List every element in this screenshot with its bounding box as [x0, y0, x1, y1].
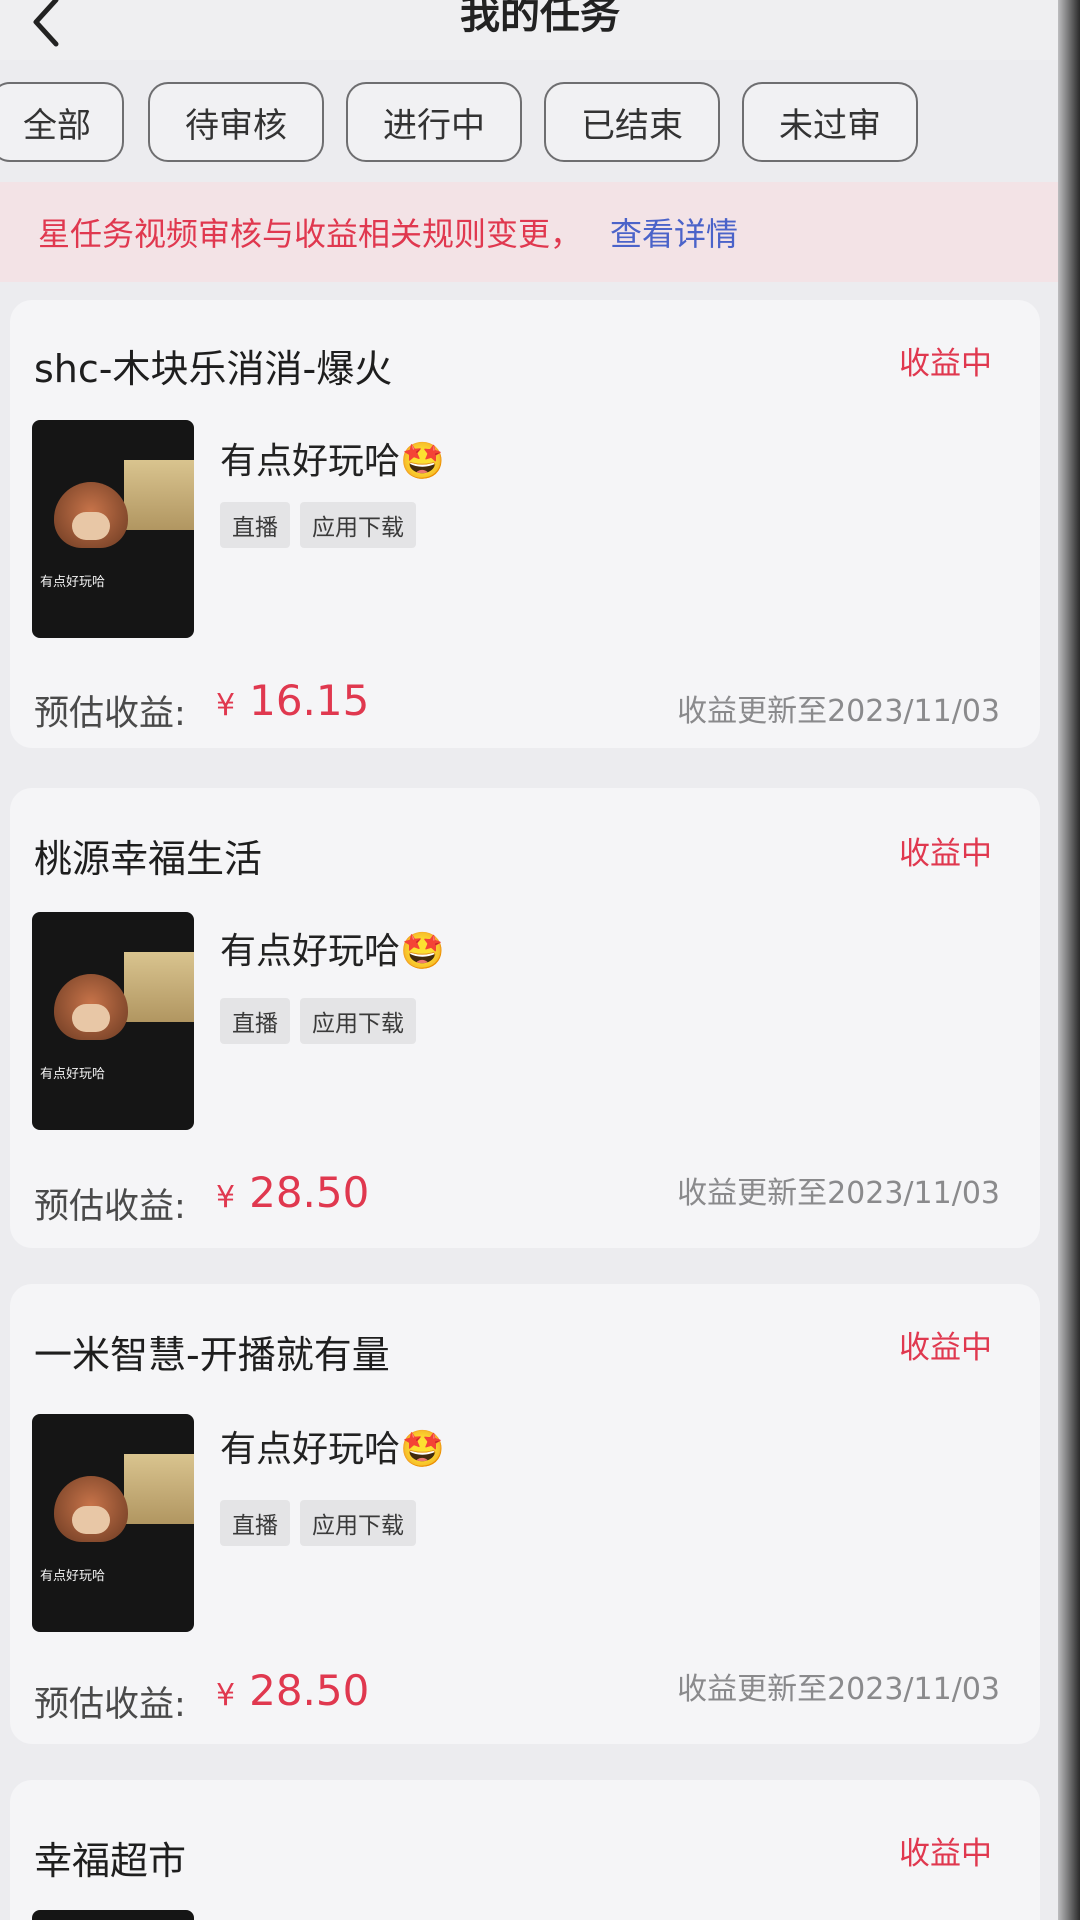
- tag-app-download: 应用下载: [300, 998, 416, 1044]
- page-title: 我的任务: [460, 0, 620, 38]
- estimated-earnings-label: 预估收益:: [34, 694, 186, 734]
- filter-tabs: 全部 待审核 进行中 已结束 未过审: [0, 82, 1080, 168]
- earnings-amount: 16.15: [249, 676, 370, 725]
- wood-block: [124, 952, 194, 1022]
- task-title: 桃源幸福生活: [34, 837, 263, 881]
- tab-in-progress[interactable]: 进行中: [346, 82, 522, 162]
- task-card[interactable]: 一米智慧-开播就有量 收益中 有点好玩哈 有点好玩哈🤩 直播 应用下载 预估收益…: [10, 1284, 1040, 1744]
- earnings-amount: 28.50: [249, 1666, 370, 1715]
- tag-app-download: 应用下载: [300, 1500, 416, 1546]
- tag-list: 直播 应用下载: [220, 998, 416, 1044]
- video-title: 有点好玩哈🤩: [220, 441, 445, 482]
- task-card[interactable]: shc-木块乐消消-爆火 收益中 有点好玩哈 有点好玩哈🤩 直播 应用下载 预估…: [10, 300, 1040, 748]
- video-thumbnail[interactable]: 有点好玩哈: [32, 420, 194, 638]
- task-card[interactable]: 桃源幸福生活 收益中 有点好玩哈 有点好玩哈🤩 直播 应用下载 预估收益: ¥2…: [10, 788, 1040, 1248]
- tab-ended[interactable]: 已结束: [544, 82, 720, 162]
- thumbnail-caption: 有点好玩哈: [40, 575, 106, 590]
- tag-list: 直播 应用下载: [220, 1500, 416, 1546]
- estimated-earnings-label: 预估收益:: [34, 1685, 186, 1725]
- video-title: 有点好玩哈🤩: [220, 931, 445, 972]
- estimated-earnings-label: 预估收益:: [34, 1187, 186, 1227]
- dog-face: [72, 1004, 110, 1032]
- wood-block: [124, 460, 194, 530]
- earnings-updated-date: 收益更新至2023/11/03: [677, 1672, 1000, 1707]
- rules-notice-banner: 星任务视频审核与收益相关规则变更， 查看详情: [0, 182, 1060, 282]
- estimated-earnings-value: ¥28.50: [216, 1168, 369, 1217]
- tab-pending-review[interactable]: 待审核: [148, 82, 324, 162]
- thumbnail-caption: 有点好玩哈: [40, 1569, 106, 1584]
- status-badge: 收益中: [899, 836, 992, 872]
- status-badge: 收益中: [899, 346, 992, 382]
- earnings-updated-date: 收益更新至2023/11/03: [677, 694, 1000, 729]
- task-title: 幸福超市: [34, 1839, 187, 1883]
- estimated-earnings-value: ¥16.15: [216, 676, 369, 725]
- screen-edge: [1058, 0, 1080, 1920]
- status-badge: 收益中: [899, 1836, 992, 1872]
- video-title: 有点好玩哈🤩: [220, 1429, 445, 1470]
- tag-live: 直播: [220, 502, 290, 548]
- view-details-link[interactable]: 查看详情: [610, 209, 738, 255]
- video-thumbnail[interactable]: [32, 1910, 194, 1920]
- tag-live: 直播: [220, 1500, 290, 1546]
- tab-all[interactable]: 全部: [0, 82, 124, 162]
- currency-symbol: ¥: [216, 1180, 236, 1215]
- task-card[interactable]: 幸福超市 收益中: [10, 1780, 1040, 1920]
- tab-not-approved[interactable]: 未过审: [742, 82, 918, 162]
- tag-app-download: 应用下载: [300, 502, 416, 548]
- thumbnail-caption: 有点好玩哈: [40, 1067, 106, 1082]
- my-tasks-page: 我的任务 全部 待审核 进行中 已结束 未过审 星任务视频审核与收益相关规则变更…: [0, 0, 1080, 1920]
- currency-symbol: ¥: [216, 688, 236, 723]
- tag-live: 直播: [220, 998, 290, 1044]
- currency-symbol: ¥: [216, 1678, 236, 1713]
- estimated-earnings-value: ¥28.50: [216, 1666, 369, 1715]
- video-thumbnail[interactable]: 有点好玩哈: [32, 912, 194, 1130]
- tag-list: 直播 应用下载: [220, 502, 416, 548]
- dog-face: [72, 512, 110, 540]
- earnings-updated-date: 收益更新至2023/11/03: [677, 1176, 1000, 1211]
- task-title: 一米智慧-开播就有量: [34, 1333, 390, 1377]
- status-badge: 收益中: [899, 1330, 992, 1366]
- video-thumbnail[interactable]: 有点好玩哈: [32, 1414, 194, 1632]
- notice-text: 星任务视频审核与收益相关规则变更，: [38, 215, 583, 253]
- header: 我的任务: [0, 0, 1080, 60]
- dog-face: [72, 1506, 110, 1534]
- earnings-amount: 28.50: [249, 1168, 370, 1217]
- wood-block: [124, 1454, 194, 1524]
- task-title: shc-木块乐消消-爆火: [34, 347, 393, 391]
